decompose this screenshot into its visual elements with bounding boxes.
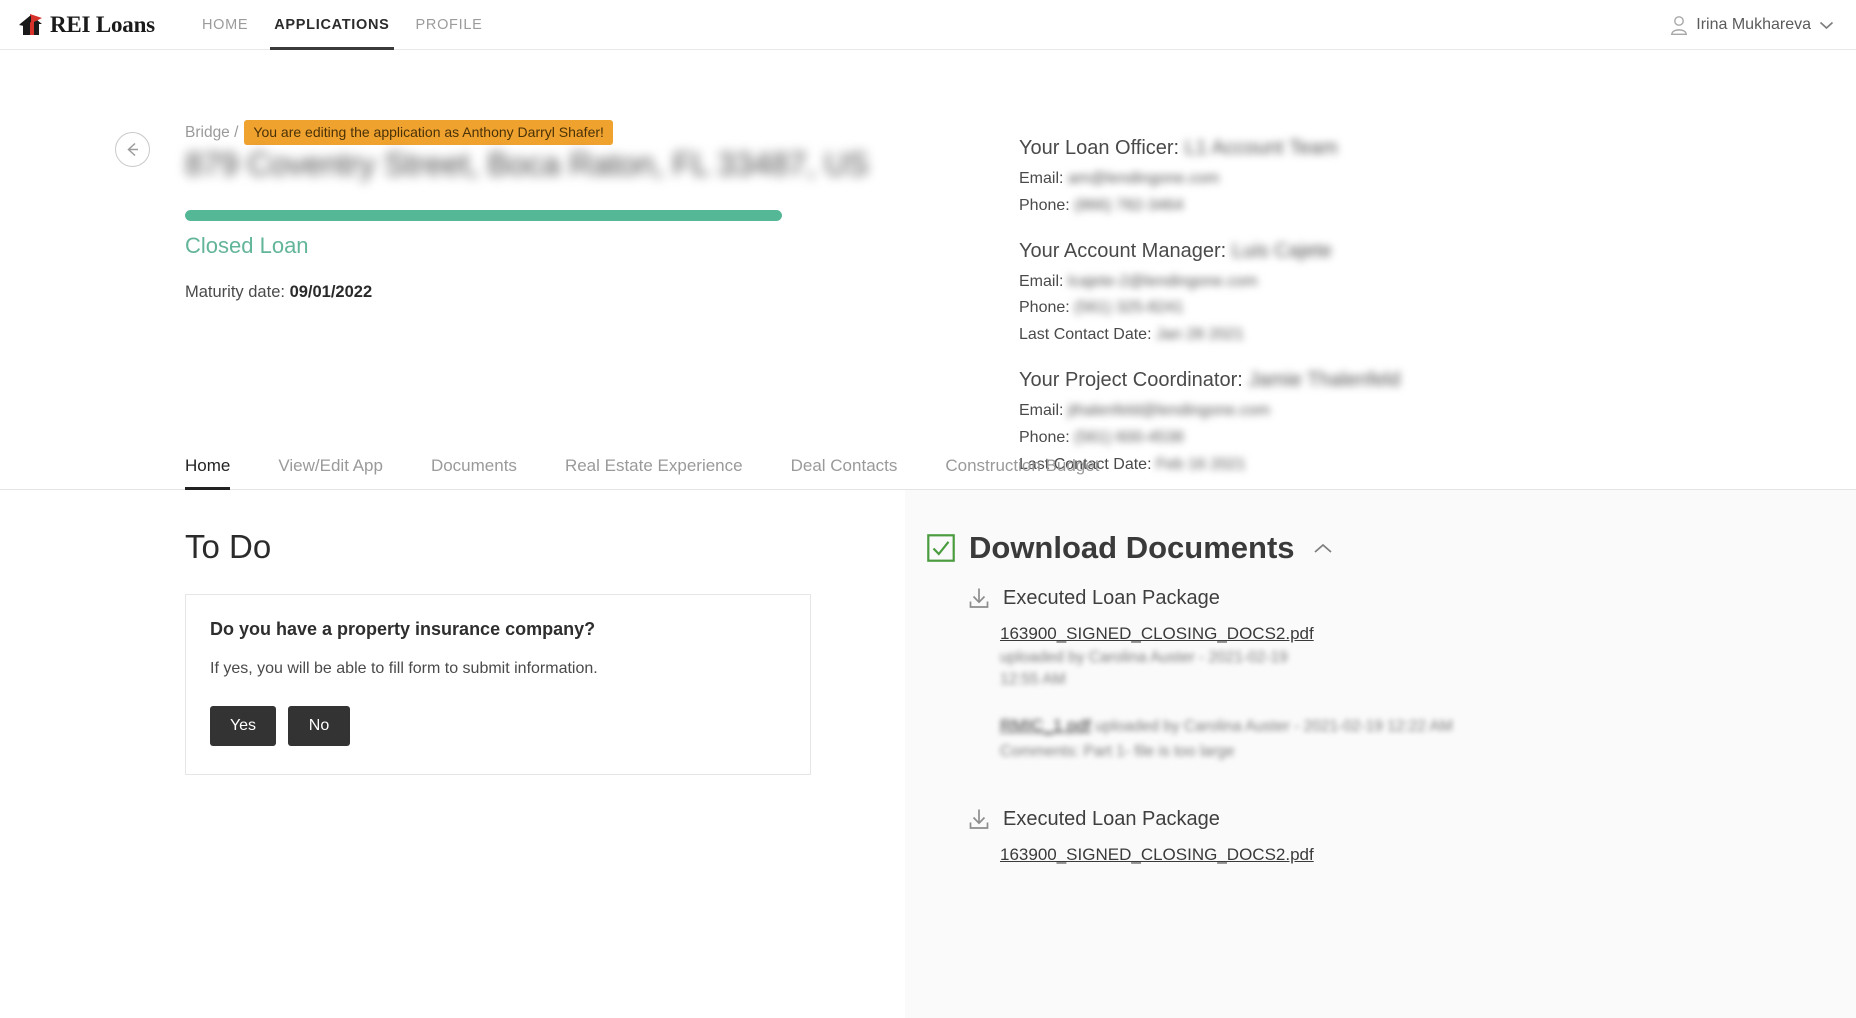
maturity-date-label: Maturity date:	[185, 283, 285, 301]
user-name-label: Irina Mukhareva	[1696, 16, 1811, 33]
house-flag-logo-icon	[19, 13, 42, 35]
file-upload-meta: uploaded by Carolina Auster - 2021-02-19…	[1000, 649, 1288, 689]
no-button[interactable]: No	[288, 706, 350, 746]
project-coordinator-email-row: Email: jthalenfeld@lendingone.com	[1019, 401, 1400, 422]
user-menu[interactable]: Irina Mukhareva	[1670, 0, 1834, 50]
account-manager-last-contact-value: Jan 28 2021	[1155, 326, 1245, 344]
loan-officer-phone-value: (866) 782-3464	[1074, 196, 1184, 214]
todo-subtext: If yes, you will be able to fill form to…	[210, 660, 598, 677]
account-manager-phone-label: Phone:	[1019, 299, 1070, 317]
chevron-up-icon[interactable]	[1313, 542, 1333, 555]
account-manager-email-label: Email:	[1019, 272, 1064, 290]
account-manager-phone-value: (561) 325-8241	[1074, 299, 1184, 317]
nav-link-home[interactable]: HOME	[189, 0, 261, 50]
account-manager-phone-row: Phone: (561) 325-8241	[1019, 298, 1400, 319]
file-entry: 163900_SIGNED_CLOSING_DOCS2.pdf	[1000, 845, 1314, 868]
file-link[interactable]: RMIC_1.pdf	[1000, 716, 1091, 736]
application-header: Bridge / You are editing the application…	[0, 50, 1856, 490]
back-button[interactable]	[115, 132, 150, 167]
loan-officer-phone-row: Phone: (866) 782-3464	[1019, 196, 1400, 217]
download-icon	[969, 809, 989, 829]
tab-real-estate-experience[interactable]: Real Estate Experience	[565, 456, 743, 489]
account-manager-email-row: Email: lcajete-2@lendingone.com	[1019, 272, 1400, 293]
loan-officer-email-label: Email:	[1019, 170, 1064, 187]
application-tabs: Home View/Edit App Documents Real Estate…	[0, 440, 1856, 490]
loan-officer-line: Your Loan Officer: L1 Account Team	[1019, 136, 1400, 161]
brand-logo[interactable]: REI Loans	[18, 12, 155, 38]
todo-pane: To Do Do you have a property insurance c…	[0, 490, 905, 1018]
document-group-label: Executed Loan Package	[1003, 586, 1220, 609]
project-coordinator-email-label: Email:	[1019, 401, 1064, 419]
contacts-panel: Your Loan Officer: L1 Account Team Email…	[1019, 136, 1400, 475]
document-group: Executed Loan Package 163900_SIGNED_CLOS…	[967, 586, 1453, 763]
breadcrumb: Bridge / You are editing the application…	[185, 120, 613, 145]
todo-card: Do you have a property insurance company…	[185, 594, 811, 775]
todo-answer-buttons: Yes No	[210, 706, 786, 746]
nav-link-applications[interactable]: APPLICATIONS	[261, 0, 402, 50]
maturity-date-value: 09/01/2022	[289, 283, 373, 301]
project-coordinator-label: Your Project Coordinator:	[1019, 368, 1243, 391]
brand-name: REI Loans	[50, 11, 155, 37]
property-address-title: 879 Coventry Street, Boca Raton, FL 3348…	[185, 146, 869, 182]
page-body: To Do Do you have a property insurance c…	[0, 490, 1856, 1018]
project-coordinator-email-value: jthalenfeld@lendingone.com	[1067, 401, 1271, 419]
editing-as-banner: You are editing the application as Antho…	[244, 120, 613, 145]
document-group-header[interactable]: Executed Loan Package	[967, 807, 1314, 831]
contact-group-loan-officer: Your Loan Officer: L1 Account Team Email…	[1019, 136, 1400, 217]
nav-link-profile[interactable]: PROFILE	[403, 0, 496, 50]
loan-officer-phone-label: Phone:	[1019, 196, 1070, 214]
file-link[interactable]: 163900_SIGNED_CLOSING_DOCS2.pdf	[1000, 845, 1314, 865]
download-documents-header[interactable]: Download Documents	[927, 530, 1333, 566]
document-group-header[interactable]: Executed Loan Package	[967, 586, 1453, 610]
document-group: Executed Loan Package 163900_SIGNED_CLOS…	[967, 807, 1314, 868]
download-icon	[969, 588, 989, 608]
loan-officer-label: Your Loan Officer:	[1019, 137, 1180, 159]
download-documents-pane: Download Documents Executed Loan Package…	[905, 490, 1856, 1018]
loan-officer-email-row: Email: am@lendingone.com	[1019, 169, 1400, 190]
account-manager-email-value: lcajete-2@lendingone.com	[1067, 272, 1258, 290]
file-comment: Comments: Part 1- file is too large	[1000, 742, 1235, 760]
todo-question: Do you have a property insurance company…	[210, 619, 596, 639]
chevron-down-icon	[1819, 21, 1834, 30]
loan-status-label: Closed Loan	[185, 233, 309, 258]
tab-home[interactable]: Home	[185, 456, 231, 490]
user-icon	[1671, 16, 1688, 35]
document-file-list: 163900_SIGNED_CLOSING_DOCS2.pdf uploaded…	[967, 624, 1453, 763]
file-entry: RMIC_1.pdf uploaded by Carolina Auster -…	[1000, 716, 1453, 763]
account-manager-name: Luis Cajete	[1231, 239, 1332, 262]
todo-heading: To Do	[185, 528, 272, 565]
download-documents-title: Download Documents	[969, 530, 1295, 565]
project-coordinator-name: Jamie Thalenfeld	[1248, 368, 1401, 391]
top-navigation-bar: REI Loans HOME APPLICATIONS PROFILE Irin…	[0, 0, 1856, 50]
file-link[interactable]: 163900_SIGNED_CLOSING_DOCS2.pdf	[1000, 624, 1314, 644]
contact-group-account-manager: Your Account Manager: Luis Cajete Email:…	[1019, 239, 1400, 346]
loan-officer-email-value: am@lendingone.com	[1067, 170, 1220, 187]
account-manager-last-contact-label: Last Contact Date:	[1019, 326, 1152, 344]
tab-deal-contacts[interactable]: Deal Contacts	[791, 456, 898, 489]
tab-view-edit-app[interactable]: View/Edit App	[278, 456, 383, 489]
checkbox-checked-icon	[927, 534, 955, 562]
account-manager-last-contact-row: Last Contact Date: Jan 28 2021	[1019, 325, 1400, 346]
file-upload-meta: uploaded by Carolina Auster - 2021-02-19…	[1095, 717, 1453, 735]
loan-progress-bar	[185, 210, 782, 221]
tab-documents[interactable]: Documents	[431, 456, 517, 489]
document-group-label: Executed Loan Package	[1003, 807, 1220, 830]
arrow-left-icon	[127, 142, 138, 157]
maturity-date-row: Maturity date: 09/01/2022	[185, 283, 372, 302]
account-manager-line: Your Account Manager: Luis Cajete	[1019, 239, 1400, 264]
yes-button[interactable]: Yes	[210, 706, 276, 746]
breadcrumb-bridge[interactable]: Bridge /	[185, 124, 238, 142]
account-manager-label: Your Account Manager:	[1019, 239, 1227, 262]
primary-nav-links: HOME APPLICATIONS PROFILE	[189, 0, 496, 50]
project-coordinator-line: Your Project Coordinator: Jamie Thalenfe…	[1019, 368, 1400, 393]
loan-progress-fill	[185, 210, 782, 221]
loan-officer-name: L1 Account Team	[1184, 137, 1338, 159]
tab-construction-budget[interactable]: Construction Budget	[945, 456, 1099, 489]
document-file-list: 163900_SIGNED_CLOSING_DOCS2.pdf	[967, 845, 1314, 868]
file-entry: 163900_SIGNED_CLOSING_DOCS2.pdf uploaded…	[1000, 624, 1453, 692]
